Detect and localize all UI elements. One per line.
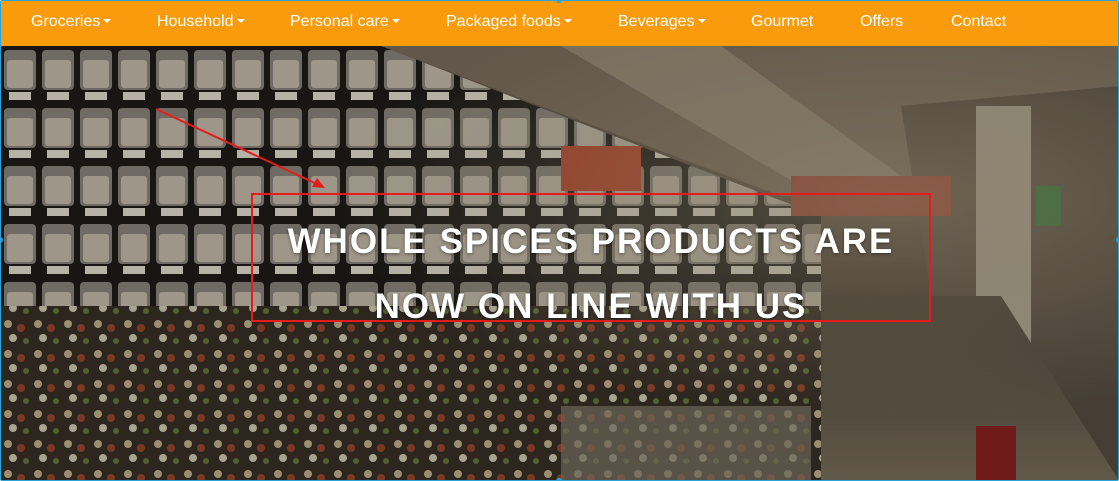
nav-item-label: Household [157, 13, 234, 30]
headline-line-2: NOW ON LINE WITH US [374, 287, 808, 326]
nav-item-personal-care[interactable]: Personal care [290, 1, 400, 46]
caret-down-icon [697, 18, 706, 23]
nav-item-label: Gourmet [751, 13, 814, 30]
headline-line-1: WHOLE SPICES PRODUCTS ARE [287, 222, 895, 261]
nav-item-label: Packaged foods [446, 13, 561, 30]
hero-headline: WHOLE SPICES PRODUCTS ARE NOW ON LINE WI… [253, 209, 929, 339]
nav-item-label: Groceries [31, 13, 101, 30]
nav-item-offers[interactable]: Offers [860, 1, 903, 46]
nav-item-packaged-foods[interactable]: Packaged foods [446, 1, 572, 46]
hero-banner: WHOLE SPICES PRODUCTS ARE NOW ON LINE WI… [1, 46, 1118, 480]
page-frame: Groceries Household Personal care Packag… [0, 0, 1119, 481]
caret-down-icon [563, 18, 572, 23]
nav-item-label: Contact [951, 13, 1007, 30]
caret-down-icon [103, 18, 112, 23]
caret-down-icon [391, 18, 400, 23]
main-navbar: Groceries Household Personal care Packag… [1, 1, 1118, 46]
headline-box: WHOLE SPICES PRODUCTS ARE NOW ON LINE WI… [251, 193, 931, 326]
nav-item-label: Beverages [618, 13, 695, 30]
caret-down-icon [236, 18, 245, 23]
nav-item-label: Personal care [290, 13, 389, 30]
nav-item-beverages[interactable]: Beverages [618, 1, 706, 46]
nav-item-groceries[interactable]: Groceries [31, 1, 112, 46]
nav-item-gourmet[interactable]: Gourmet [751, 1, 813, 46]
nav-item-contact[interactable]: Contact [951, 1, 1006, 46]
nav-item-household[interactable]: Household [157, 1, 245, 46]
nav-item-label: Offers [860, 13, 904, 30]
nav-menu: Groceries Household Personal care Packag… [1, 1, 1118, 46]
